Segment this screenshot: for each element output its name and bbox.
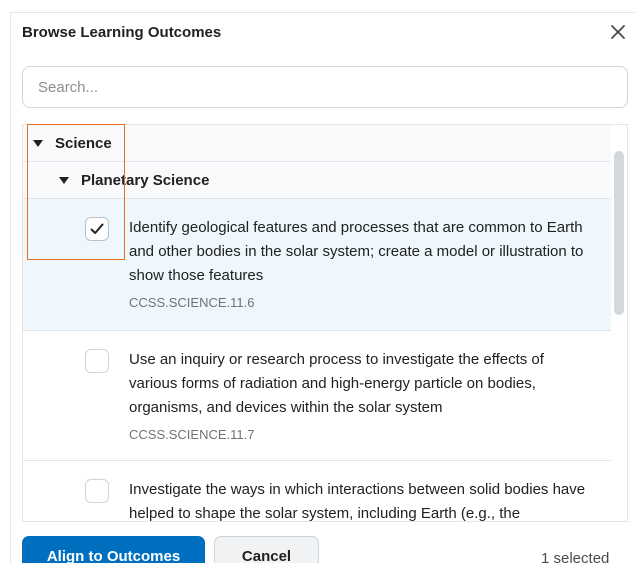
outcome-item[interactable]: Identify geological features and process…: [23, 199, 611, 331]
dialog-border: [10, 12, 635, 13]
search-input[interactable]: [22, 66, 628, 108]
close-button[interactable]: [606, 20, 630, 44]
outcome-code: CCSS.SCIENCE.11.6: [129, 295, 255, 310]
close-icon: [611, 25, 625, 39]
tree-node-planetary-science[interactable]: Planetary Science: [23, 162, 611, 199]
tree-node-label: Science: [55, 134, 112, 152]
tree-node-science[interactable]: Science: [23, 125, 611, 162]
selected-count: 1 selected: [541, 550, 610, 563]
dialog-title: Browse Learning Outcomes: [22, 24, 222, 41]
outcome-item[interactable]: Use an inquiry or research process to in…: [23, 331, 611, 461]
outcome-checkbox[interactable]: [85, 479, 109, 503]
dialog-border: [10, 12, 11, 563]
outcome-description: Investigate the ways in which interactio…: [129, 481, 586, 522]
tree-node-label: Planetary Science: [81, 171, 210, 189]
caret-down-icon[interactable]: [33, 139, 43, 147]
outcome-checkbox[interactable]: [85, 349, 109, 373]
outcomes-tree[interactable]: Science Planetary Science Identify geolo…: [22, 124, 628, 522]
outcome-description: Identify geological features and process…: [129, 219, 584, 284]
cancel-button[interactable]: Cancel: [214, 536, 319, 563]
scrollbar-thumb[interactable]: [614, 151, 624, 315]
align-to-outcomes-button[interactable]: Align to Outcomes: [22, 536, 205, 563]
outcome-item[interactable]: Investigate the ways in which interactio…: [23, 461, 611, 522]
browse-outcomes-dialog: Browse Learning Outcomes Science Planeta…: [0, 0, 635, 563]
checkmark-icon: [90, 223, 104, 234]
outcome-code: CCSS.SCIENCE.11.7: [129, 427, 255, 442]
outcome-description: Use an inquiry or research process to in…: [129, 351, 544, 416]
outcome-checkbox[interactable]: [85, 217, 109, 241]
caret-down-icon[interactable]: [59, 176, 69, 184]
